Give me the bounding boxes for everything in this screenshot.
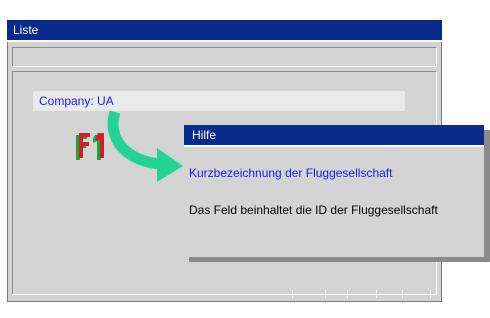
status-divider	[292, 290, 293, 298]
toolbar-area	[12, 47, 437, 67]
help-heading: Kurzbezeichnung der Fluggesellschaft	[189, 166, 393, 180]
company-field-value: UA	[97, 94, 114, 108]
status-divider	[430, 290, 431, 298]
titlebar-divider	[7, 40, 442, 42]
list-window-title: Liste	[13, 23, 39, 37]
status-divider	[402, 290, 403, 298]
company-field-label: Company:	[39, 94, 94, 108]
status-divider	[325, 290, 326, 298]
help-popup-title: Hilfe	[192, 128, 217, 142]
help-popup: Hilfe Kurzbezeichnung der Fluggesellscha…	[184, 125, 484, 257]
help-popup-titlebar[interactable]: Hilfe	[184, 125, 484, 147]
company-field[interactable]: Company: UA	[33, 91, 405, 111]
help-titlebar-divider	[184, 145, 484, 147]
status-divider	[347, 290, 348, 298]
f1-front-letters	[79, 133, 104, 158]
status-divider	[376, 290, 377, 298]
curved-arrow-icon	[107, 110, 183, 182]
list-window-titlebar[interactable]: Liste	[7, 20, 442, 42]
help-body-text: Das Feld beinhaltet die ID der Fluggesel…	[189, 203, 438, 217]
